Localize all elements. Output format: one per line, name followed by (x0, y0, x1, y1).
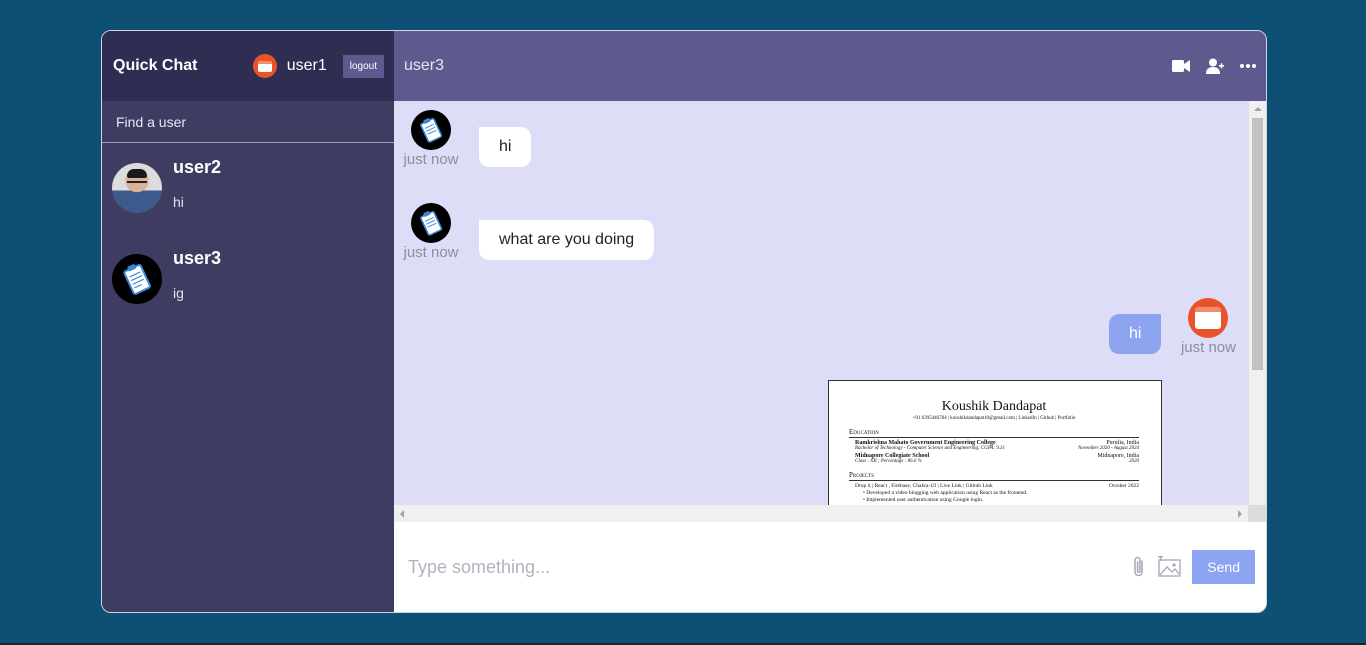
message-time: just now (403, 244, 459, 261)
vertical-scrollbar[interactable] (1249, 101, 1266, 522)
message-input[interactable] (406, 555, 1121, 579)
user3-avatar (112, 254, 162, 304)
chat-window: Quick Chat user1 logout user2 hi user3 i… (101, 30, 1267, 613)
sidebar: Quick Chat user1 logout user2 hi user3 i… (102, 31, 394, 612)
sidebar-navbar: Quick Chat user1 logout (102, 31, 394, 101)
send-button[interactable]: Send (1192, 550, 1255, 584)
scrollbar-corner (1249, 505, 1266, 522)
chat-item-last-message: ig (173, 285, 184, 301)
search-input[interactable] (114, 112, 382, 131)
attachment-image[interactable]: Koushik Dandapat +91 6395446784 | koushi… (828, 380, 1162, 522)
owner-avatar (1188, 298, 1229, 338)
message-incoming: just now hi (401, 110, 532, 168)
current-user-avatar (252, 54, 277, 78)
current-user: user1 logout (252, 54, 384, 78)
logout-button[interactable]: logout (342, 54, 384, 78)
resume-row: Bachelor of Technology - Computer Scienc… (855, 446, 1139, 451)
user2-avatar (112, 163, 162, 213)
horizontal-scrollbar[interactable] (394, 505, 1248, 522)
user-search (102, 101, 394, 143)
add-user-icon[interactable] (1206, 58, 1224, 74)
message-bubble: what are you doing (479, 220, 655, 260)
message-bubble: hi (479, 127, 532, 167)
message-time: just now (1180, 339, 1236, 356)
sender-avatar (411, 203, 451, 243)
current-user-name: user1 (286, 57, 327, 74)
chat-item-user3[interactable]: user3 ig (102, 234, 394, 325)
paperclip-icon[interactable] (1132, 555, 1146, 579)
resume-section-projects: Projects (849, 471, 1139, 481)
message-time: just now (403, 151, 459, 168)
message-outgoing: hi just now (1109, 298, 1238, 356)
chat-panel: user3 just now hi just now what are you … (394, 31, 1266, 612)
resume-row: Class : XII ; Percentage : 86.6 % 2020 (855, 459, 1139, 464)
image-upload-icon[interactable] (1158, 556, 1182, 578)
chat-header: user3 (394, 31, 1266, 101)
resume-name: Koushik Dandapat (941, 399, 1047, 414)
message-bubble: hi (1109, 314, 1162, 354)
resume-row: Drop it | React , Firebase, Chakra-UI | … (855, 483, 1139, 489)
resume-contact: +91 6395446784 | koushikdandapat10@gmail… (912, 416, 1076, 421)
message-incoming: just now what are you doing (401, 203, 655, 261)
more-icon[interactable] (1240, 64, 1256, 68)
messages-area[interactable]: just now hi just now what are you doing … (394, 101, 1266, 522)
chat-header-username: user3 (404, 57, 445, 74)
resume-section-education: Education (849, 428, 1139, 438)
chat-item-name: user3 (173, 248, 222, 268)
message-composer: Send (394, 522, 1266, 612)
sender-avatar (411, 110, 451, 150)
chat-item-name: user2 (173, 157, 222, 177)
resume-bullet: • Developed a video blogging web applica… (863, 490, 1028, 496)
video-camera-icon[interactable] (1172, 59, 1190, 73)
chat-item-user2[interactable]: user2 hi (102, 143, 394, 234)
resume-bullet: • Implemented user authentication using … (863, 497, 984, 503)
app-title: Quick Chat (113, 57, 198, 74)
chat-item-last-message: hi (173, 194, 184, 210)
